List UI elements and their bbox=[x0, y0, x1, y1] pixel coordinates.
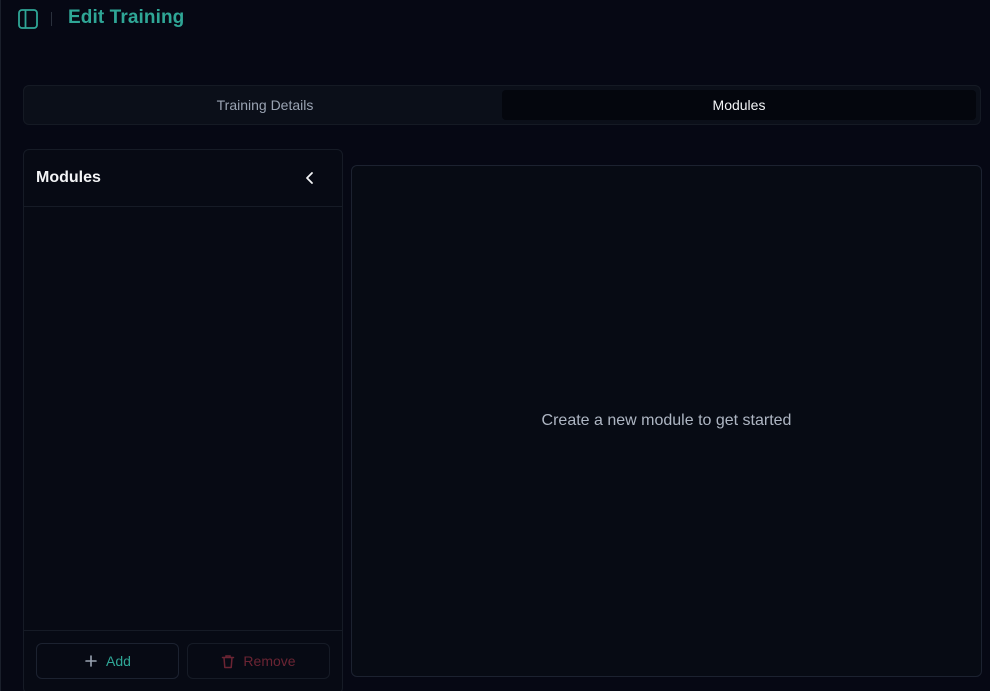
modules-panel-title: Modules bbox=[36, 169, 101, 186]
modules-panel-header: Modules bbox=[24, 150, 342, 207]
trash-icon bbox=[222, 654, 235, 668]
modules-panel-footer: Add Remove bbox=[24, 630, 342, 691]
header-divider bbox=[51, 12, 52, 26]
sidebar-toggle-button[interactable] bbox=[17, 8, 39, 30]
module-editor-area: Create a new module to get started bbox=[351, 165, 982, 677]
edit-training-page: Edit Training Training Details Modules M… bbox=[0, 0, 990, 691]
page-title: Edit Training bbox=[68, 7, 185, 28]
collapse-panel-button[interactable] bbox=[300, 168, 320, 188]
tab-modules[interactable]: Modules bbox=[502, 90, 976, 120]
modules-sidebar: Modules Add Remove bbox=[23, 149, 343, 691]
empty-state-message: Create a new module to get started bbox=[541, 412, 792, 429]
plus-icon bbox=[85, 655, 97, 667]
sidebar-panel-icon bbox=[18, 9, 38, 29]
page-header: Edit Training bbox=[1, 0, 990, 38]
remove-button-label: Remove bbox=[243, 653, 296, 669]
tab-bar: Training Details Modules bbox=[23, 85, 981, 125]
remove-module-button[interactable]: Remove bbox=[187, 643, 330, 679]
add-button-label: Add bbox=[106, 653, 131, 669]
modules-list bbox=[24, 207, 342, 632]
tab-training-details[interactable]: Training Details bbox=[28, 90, 502, 120]
add-module-button[interactable]: Add bbox=[36, 643, 179, 679]
chevron-left-icon bbox=[306, 172, 313, 184]
